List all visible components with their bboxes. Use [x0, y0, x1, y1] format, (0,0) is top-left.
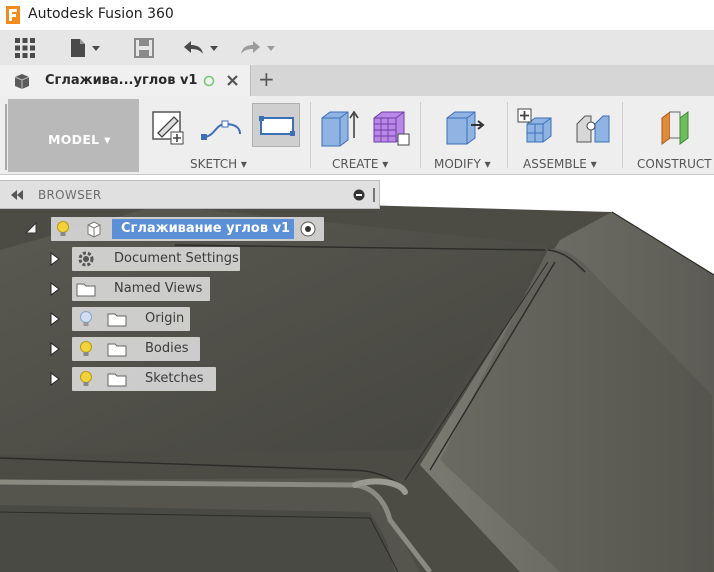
spline-icon[interactable] — [200, 112, 246, 142]
panel-pin-icon[interactable] — [371, 188, 377, 202]
title-bar: Autodesk Fusion 360 — [0, 0, 714, 30]
undo-button[interactable] — [180, 30, 224, 65]
folder-icon — [107, 313, 127, 327]
file-menu-button[interactable] — [64, 30, 106, 65]
browser-item-label: Sketches — [145, 371, 204, 386]
ribbon-separator — [507, 102, 508, 168]
save-icon — [134, 37, 154, 58]
light-bulb-on-icon[interactable] — [56, 220, 70, 238]
triangle-right-icon — [50, 312, 60, 326]
collapse-panel-icon[interactable] — [10, 190, 24, 200]
sketch-menu[interactable]: SKETCH ▾ — [190, 157, 247, 171]
new-tab-button[interactable]: + — [258, 67, 275, 91]
quick-access-toolbar — [0, 30, 714, 66]
light-bulb-on-icon[interactable] — [79, 340, 93, 358]
browser-item-label: Named Views — [114, 281, 203, 296]
expand-toggle[interactable] — [49, 312, 61, 329]
folder-icon — [76, 283, 96, 297]
ribbon-separator — [622, 102, 623, 168]
fusion-logo-icon — [6, 6, 20, 24]
construct-menu[interactable]: CONSTRUCT — [637, 157, 712, 171]
expand-toggle[interactable] — [49, 372, 61, 389]
save-button[interactable] — [128, 30, 160, 65]
triangle-down-icon — [24, 221, 37, 234]
expand-toggle[interactable] — [49, 282, 61, 299]
triangle-right-icon — [50, 252, 60, 266]
undo-icon — [184, 40, 218, 54]
expand-toggle[interactable] — [49, 342, 61, 359]
triangle-right-icon — [50, 372, 60, 386]
document-tab-bar: Сглажива...углов v1 + — [0, 65, 714, 97]
browser-item-label: Origin — [145, 311, 185, 326]
grid-icon — [15, 37, 35, 58]
tab-label: Сглажива...углов v1 — [45, 73, 198, 88]
form-icon[interactable] — [368, 108, 412, 148]
toolbar-ribbon: MODEL ▾ SKETCH ▾ CREATE ▾ MODIFY ▾ ASSEM… — [0, 96, 714, 175]
document-tab[interactable]: Сглажива...углов v1 — [0, 65, 251, 96]
expand-toggle[interactable] — [49, 252, 61, 269]
close-icon[interactable] — [226, 74, 239, 87]
workspace-switcher[interactable]: MODEL ▾ — [8, 99, 139, 172]
data-panel-button[interactable] — [8, 30, 42, 65]
root-label: Сглаживание углов v1 — [121, 221, 291, 236]
redo-button[interactable] — [234, 30, 280, 65]
app-title: Autodesk Fusion 360 — [28, 6, 174, 22]
file-icon — [71, 38, 100, 57]
light-bulb-dim-icon[interactable] — [79, 310, 93, 328]
redo-icon — [241, 40, 275, 54]
rectangle-icon — [259, 116, 295, 136]
offset-plane-icon[interactable] — [658, 108, 702, 148]
browser-item-label: Bodies — [145, 341, 189, 356]
joint-icon[interactable] — [571, 108, 615, 148]
root-collapse-toggle[interactable] — [24, 221, 38, 238]
folder-icon — [107, 343, 127, 357]
light-bulb-on-icon[interactable] — [79, 370, 93, 388]
new-component-icon[interactable] — [517, 108, 561, 148]
activate-radio-icon[interactable] — [300, 221, 316, 237]
browser-item-label: Document Settings — [114, 251, 239, 266]
extrude-icon[interactable] — [318, 108, 360, 148]
gear-icon — [78, 251, 94, 267]
minimize-icon[interactable] — [353, 189, 365, 201]
component-cube-icon — [14, 74, 30, 89]
create-menu[interactable]: CREATE ▾ — [332, 157, 388, 171]
triangle-right-icon — [50, 282, 60, 296]
ribbon-separator — [310, 102, 311, 168]
workspace-label: MODEL ▾ — [48, 132, 111, 147]
rectangle-tool-button[interactable] — [252, 103, 300, 147]
browser-panel-header: BROWSER — [0, 180, 380, 209]
press-pull-icon[interactable] — [441, 108, 487, 148]
triangle-right-icon — [50, 342, 60, 356]
folder-icon — [107, 373, 127, 387]
browser-title: BROWSER — [38, 188, 102, 202]
saved-status-icon — [203, 75, 215, 87]
component-cube-icon — [87, 221, 101, 238]
modify-menu[interactable]: MODIFY ▾ — [434, 157, 491, 171]
assemble-menu[interactable]: ASSEMBLE ▾ — [523, 157, 597, 171]
create-sketch-icon[interactable] — [150, 109, 186, 145]
ribbon-separator — [420, 102, 421, 168]
